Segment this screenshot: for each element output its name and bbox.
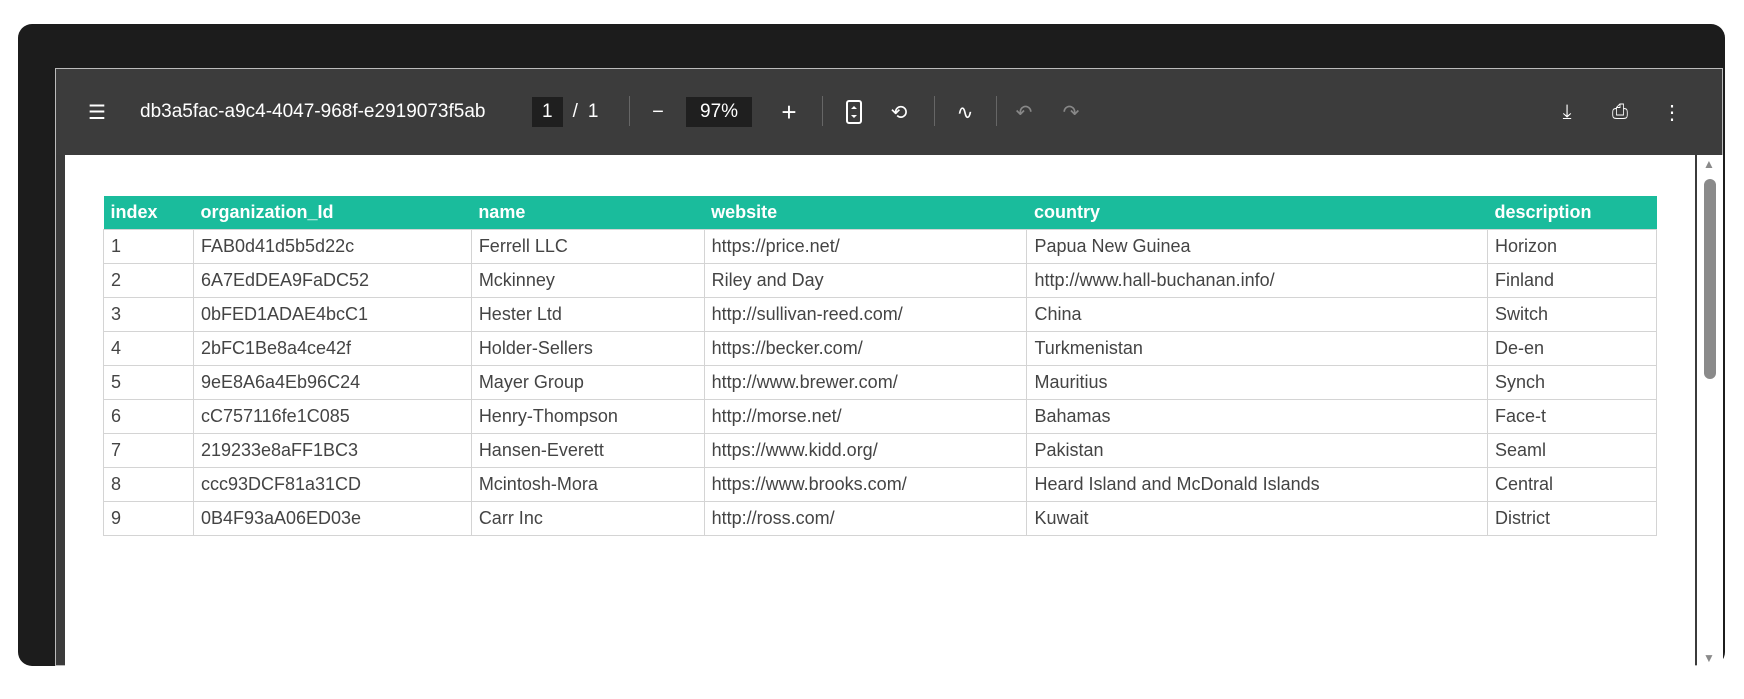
scrollbar-thumb[interactable] [1704,179,1716,379]
table-cell: ccc93DCF81a31CD [192,466,472,502]
table-cell: 219233e8aFF1BC3 [192,432,472,468]
redo-icon[interactable]: ↷ [1056,97,1086,127]
table-cell: Ferrell LLC [470,228,705,264]
table-cell: Hester Ltd [470,296,705,332]
column-header: country [1026,196,1488,229]
divider [934,96,935,126]
table-cell: http://www.brewer.com/ [703,364,1028,400]
table-cell: 0B4F93aA06ED03e [192,500,472,536]
table-cell: Henry-Thompson [470,398,705,434]
table-cell: Kuwait [1026,500,1489,536]
page-separator: / [572,101,578,122]
table-cell: 9 [103,500,194,536]
download-icon[interactable]: ⤓ [1552,97,1582,127]
column-header: description [1487,196,1657,229]
table-cell: 3 [103,296,194,332]
table-cell: Seaml [1487,432,1657,468]
table-cell: Central [1487,466,1657,502]
document-title: db3a5fac-a9c4-4047-968f-e2919073f5ab [140,101,486,122]
table-cell: Finland [1487,262,1657,298]
table-cell: Mcintosh-Mora [470,466,705,502]
column-header: website [704,196,1027,229]
table-cell: 4 [103,330,194,366]
table-cell: https://www.brooks.com/ [703,466,1028,502]
table-row: 4 2bFC1Be8a4ce42f Holder-Sellers https://be… [103,330,1657,366]
table-cell: 9eE8A6a4Eb96C24 [192,364,472,400]
table-row: 5 9eE8A6a4Eb96C24 Mayer Group http://www.br… [103,364,1657,400]
table-cell: https://www.kidd.org/ [703,432,1028,468]
table-cell: Switch [1487,296,1657,332]
pdf-page: index organization_Id name website country de… [65,155,1695,667]
divider [822,96,823,126]
scrollbar[interactable]: ▲ ▼ [1697,155,1723,667]
column-header: name [471,196,705,229]
table-row: 9 0B4F93aA06ED03e Carr Inc http://ross.com/… [103,500,1657,536]
table-cell: 5 [103,364,194,400]
table-cell: Hansen-Everett [470,432,705,468]
table-cell: Riley and Day [703,262,1028,298]
table-cell: http://www.hall-buchanan.info/ [1026,262,1489,298]
zoom-input[interactable]: 97% [686,97,753,127]
table-cell: 7 [103,432,194,468]
table-cell: District [1487,500,1657,536]
table-cell: Heard Island and McDonald Islands [1026,466,1489,502]
zoom-in-icon[interactable]: + [774,97,804,127]
table-cell: China [1026,296,1489,332]
table-cell: De-en [1487,330,1657,366]
table-row: 6 cC757116fe1C085 Henry-Thompson http://mor… [103,398,1657,434]
draw-icon[interactable]: ∿ [950,97,980,127]
table-cell: Bahamas [1026,398,1489,434]
table-cell: Horizon [1487,228,1657,264]
table-cell: Synch [1487,364,1657,400]
rotate-icon[interactable]: ⟲ [884,97,914,127]
table-cell: http://morse.net/ [703,398,1028,434]
table-cell: Papua New Guinea [1026,228,1489,264]
table-row: 8 ccc93DCF81a31CD Mcintosh-Mora https://www… [103,466,1657,502]
table-cell: http://ross.com/ [703,500,1028,536]
table-cell: https://becker.com/ [703,330,1028,366]
table-cell: Mayer Group [470,364,705,400]
table-cell: 2bFC1Be8a4ce42f [192,330,472,366]
table-cell: 2 [103,262,194,298]
table-row: 1 FAB0d41d5b5d22c Ferrell LLC https://price… [103,228,1657,264]
table-cell: 6A7EdDEA9FaDC52 [192,262,472,298]
table-cell: 0bFED1ADAE4bcC1 [192,296,472,332]
more-icon[interactable]: ⋮ [1657,97,1687,127]
fit-page-icon[interactable] [839,97,869,127]
page-number-input[interactable]: 1 [532,97,563,127]
divider [629,96,630,126]
table-cell: Holder-Sellers [470,330,705,366]
table-row: 3 0bFED1ADAE4bcC1 Hester Ltd http://sulliva… [103,296,1657,332]
table-row: 7 219233e8aFF1BC3 Hansen-Everett https://ww… [103,432,1657,468]
pdf-viewer: ☰ db3a5fac-a9c4-4047-968f-e2919073f5ab 1… [55,68,1723,667]
table-cell: cC757116fe1C085 [192,398,472,434]
print-icon[interactable]: ⎙ [1605,97,1635,127]
toolbar: ☰ db3a5fac-a9c4-4047-968f-e2919073f5ab 1… [56,69,1722,155]
zoom-out-icon[interactable]: − [643,97,673,127]
table-cell: Face-t [1487,398,1657,434]
table-cell: http://sullivan-reed.com/ [703,296,1028,332]
table-row: 2 6A7EdDEA9FaDC52 Mckinney Riley and Day htt… [103,262,1657,298]
menu-icon[interactable]: ☰ [82,97,112,127]
column-header: index [103,196,194,229]
table-cell: 8 [103,466,194,502]
window-frame: ☰ db3a5fac-a9c4-4047-968f-e2919073f5ab 1… [18,24,1725,667]
table-cell: FAB0d41d5b5d22c [192,228,472,264]
table-cell: Mauritius [1026,364,1489,400]
table-cell: 1 [103,228,194,264]
table-cell: https://price.net/ [703,228,1028,264]
undo-icon[interactable]: ↶ [1009,97,1039,127]
table-cell: 6 [103,398,194,434]
table-cell: Turkmenistan [1026,330,1489,366]
table-cell: Pakistan [1026,432,1489,468]
scroll-up-icon[interactable]: ▲ [1703,157,1715,171]
table-cell: Carr Inc [470,500,705,536]
table-cell: Mckinney [470,262,705,298]
divider [996,96,997,126]
column-header: organization_Id [193,196,472,229]
data-table: index organization_Id name website country de… [103,196,1657,536]
page-total: 1 [587,101,599,122]
scroll-down-icon[interactable]: ▼ [1703,651,1715,665]
